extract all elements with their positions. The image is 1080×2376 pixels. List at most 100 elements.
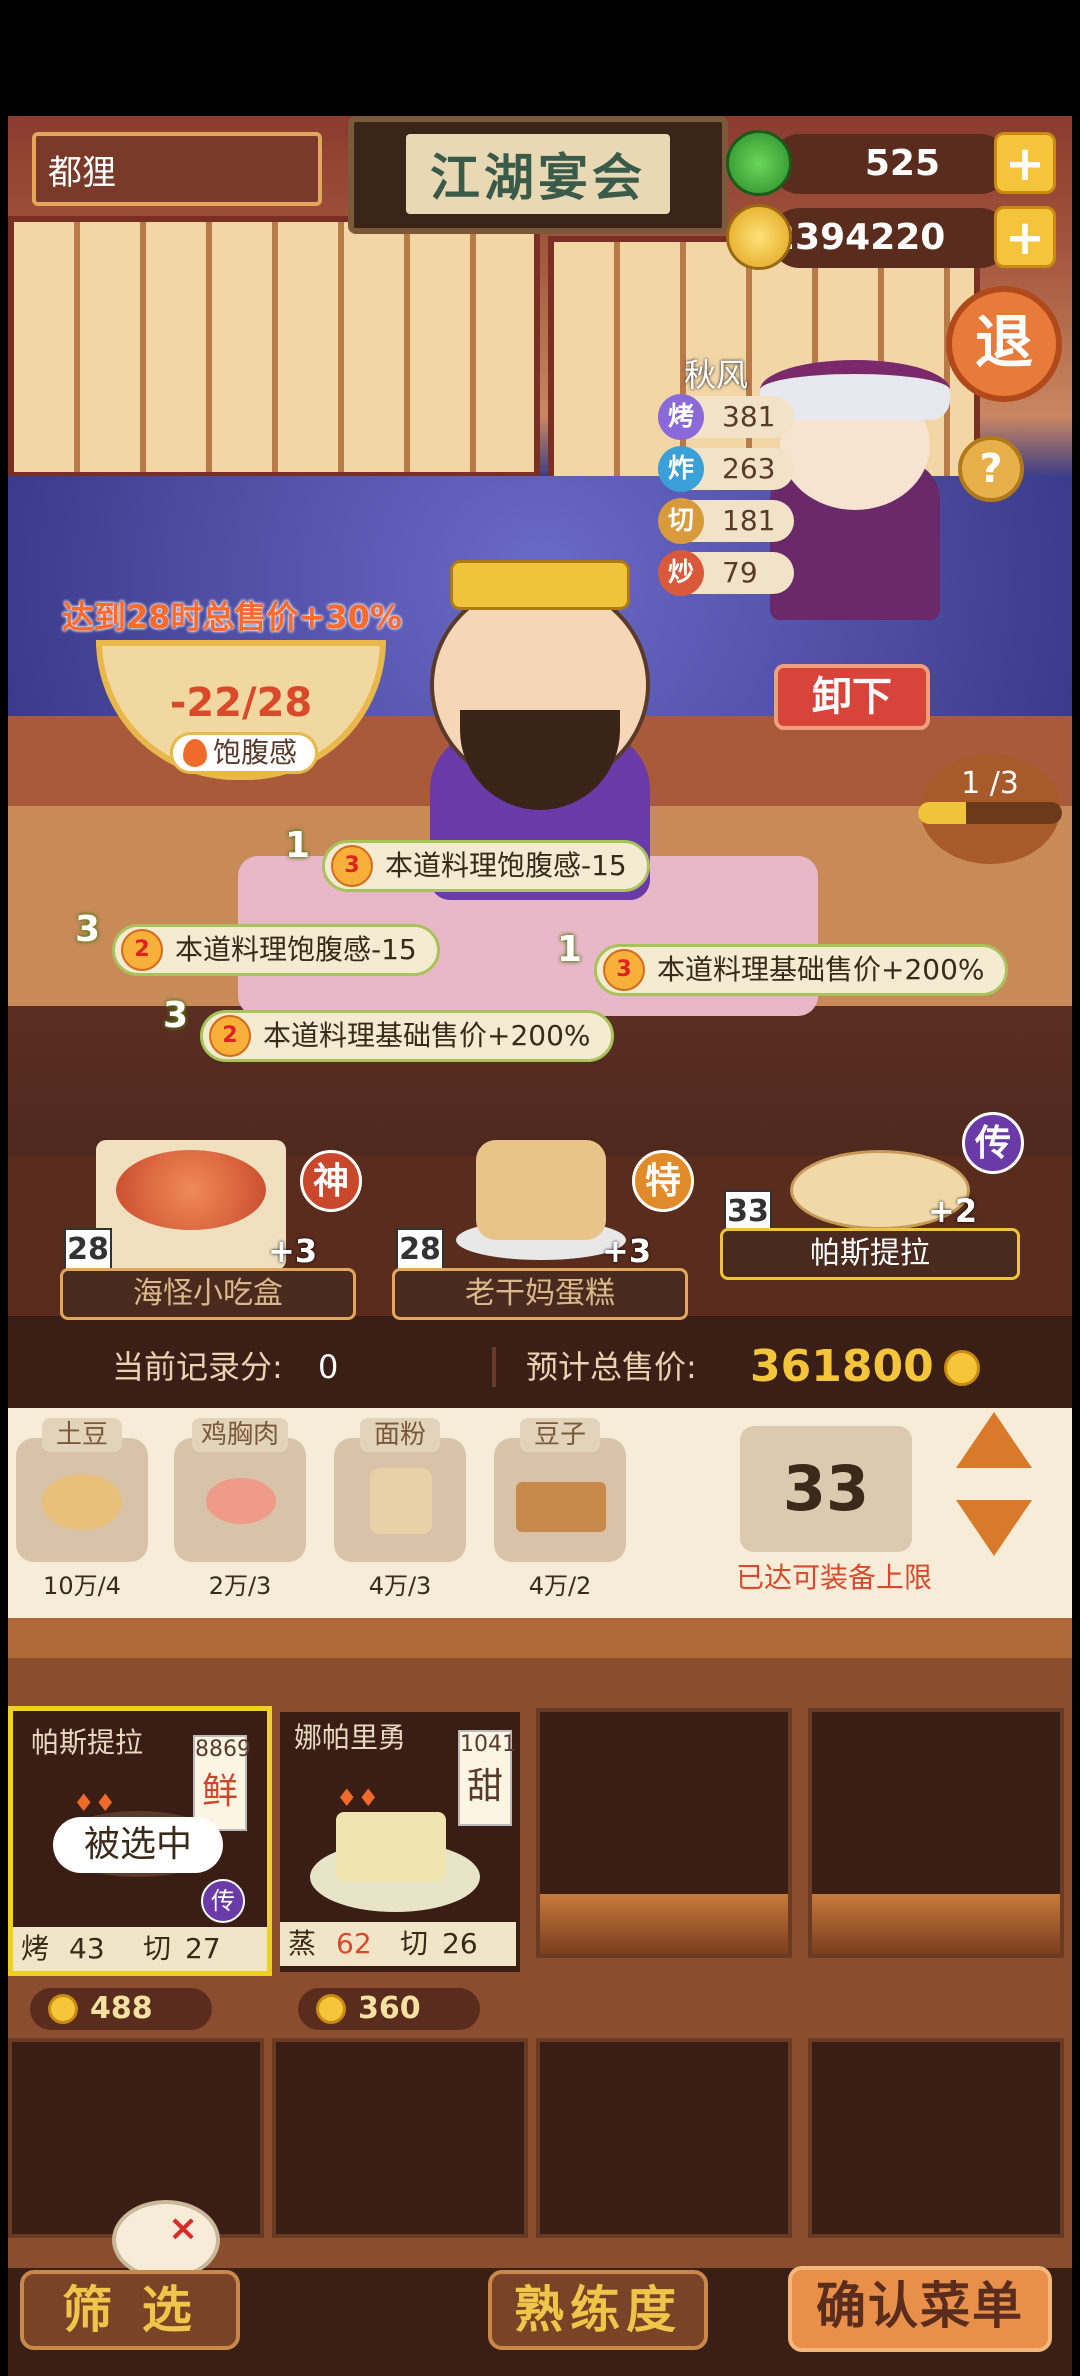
exit-button[interactable]: 退 [946,286,1062,402]
increase-arrow-icon[interactable] [956,1412,1032,1468]
beans-icon [516,1482,606,1532]
skill-name: 切 [400,1927,429,1960]
summary-bar: 当前记录分: 0 预计总售价: 361800 [78,1336,1000,1398]
buff-text: 本道料理饱腹感-15 [175,933,417,966]
roast-icon: 烤 [658,394,704,440]
recipe-card-pastilla[interactable]: 帕斯提拉 8869 鲜 ♦♦ 被选中 传 烤 43 切 27 [8,1706,272,1976]
buff-level-icon: 2 [209,1015,251,1057]
flame-icon: ♦♦ [336,1784,380,1812]
jade-value: 525 [770,134,1010,194]
page-text: 1 /3 [961,766,1019,801]
buff-level-icon: 3 [603,949,645,991]
jade-resource: 525 + [726,130,1056,196]
wall-screen-left [8,216,540,478]
ingredient-qty: 4万/2 [528,1572,592,1600]
satiety-value: -22/28 [169,680,313,726]
bonus-condition-text: 达到28时总售价+30% [62,592,408,636]
dish-rank-badge-1: 神 [300,1150,362,1212]
ingredient-name: 豆子 [520,1418,600,1452]
dish-image-cake [456,1100,626,1270]
coin-resource: 2394220 + [726,204,1056,270]
dish-rank-badge-3: 传 [962,1112,1024,1174]
stat-value: 381 [722,400,776,433]
recipe-skill-row: 蒸 62 切 26 [280,1922,516,1966]
jade-icon [726,130,792,196]
fry-icon: 炸 [658,446,704,492]
dish-count-1: 28 [64,1228,112,1272]
chef-name: 秋风 [684,356,749,394]
unload-button[interactable]: 卸下 [774,664,930,730]
quantity-display: 33 [740,1426,912,1552]
chef-stat-fry: 炸 263 [658,446,794,492]
buff-count: 3 [75,909,101,950]
ingredient-qty: 4万/3 [368,1572,432,1600]
add-jade-button[interactable]: + [994,132,1056,194]
buff-3: 1 3 本道料理基础售价+200% [557,929,1008,996]
coin-icon [726,204,792,270]
buff-text: 本道料理基础售价+200% [657,953,985,986]
flour-icon [370,1468,432,1534]
filter-button[interactable]: 筛 选 [20,2270,240,2350]
filter-reset-icon[interactable]: × [112,2200,220,2280]
recipe-name: 娜帕里勇 [294,1721,407,1754]
flame-icon [183,739,207,767]
buff-count: 1 [285,825,311,866]
dish-name: 海怪小吃盒 [133,1276,283,1311]
skill-value: 62 [336,1927,372,1960]
coin-icon [48,1994,78,2024]
empty-slot[interactable] [808,2038,1064,2238]
recipe-name: 帕斯提拉 [31,1726,144,1759]
buff-2: 3 2 本道料理饱腹感-15 [75,909,440,976]
skill-name: 烤 [21,1932,50,1965]
buff-text: 本道料理基础售价+200% [263,1019,591,1052]
ingredient-qty: 2万/3 [208,1572,272,1600]
page-progress-fill [918,802,966,824]
player-name-box[interactable]: 都狸 [32,132,322,206]
proficiency-button[interactable]: 熟练度 [488,2270,708,2350]
equip-limit-text: 已达可装备上限 [736,1561,933,1594]
buff-level-icon: 3 [331,845,373,887]
venue-sign: 江湖宴会 [348,116,728,234]
price-value: 360 [358,1991,421,2026]
coin-icon [944,1350,980,1386]
buff-text: 本道料理饱腹感-15 [385,849,627,882]
ingredient-panel: 土豆 10万/4 鸡胸肉 2万/3 面粉 4万/3 豆子 4万/2 33 已达可… [8,1408,1072,1618]
selected-label: 被选中 [53,1817,223,1873]
dish-slot-1[interactable]: 海怪小吃盒 [60,1268,356,1320]
decrease-arrow-icon[interactable] [956,1500,1032,1556]
buff-count: 3 [163,995,189,1036]
help-button[interactable]: ? [958,436,1024,502]
empty-slot[interactable] [272,2038,528,2238]
buff-level-icon: 2 [121,929,163,971]
recipe-food-image [336,1812,446,1882]
empty-slot[interactable] [536,2038,792,2238]
stat-value: 79 [722,556,758,589]
dish-image-seafood [96,1100,286,1270]
close-icon: × [168,2208,199,2249]
price-value: 488 [90,1991,153,2026]
chef-stat-roast: 烤 381 [658,394,794,440]
page-progress-bar [918,802,1062,824]
coin-value: 2394220 [770,208,1010,268]
total-value: 361800 [750,1341,934,1392]
dish-slot-3[interactable]: 帕斯提拉 [720,1228,1020,1280]
recipe-count: 1041 [460,1732,516,1757]
buff-count: 1 [557,929,583,970]
empty-slot[interactable] [536,1708,792,1958]
recipe-skill-row: 烤 43 切 27 [13,1927,267,1971]
dish-count-2: 28 [396,1228,444,1272]
recipe-card-napa[interactable]: 娜帕里勇 1041 甜 ♦♦ 蒸 62 切 26 [280,1712,520,1972]
recipe-flavor: 鲜 [201,1771,238,1812]
chicken-icon [206,1478,276,1524]
confirm-menu-button[interactable]: 确认菜单 [788,2266,1052,2352]
ingredient-name: 土豆 [42,1418,122,1452]
satiety-label: 饱腹感 [170,732,318,774]
empty-slot[interactable] [808,1708,1064,1958]
venue-title: 江湖宴会 [406,134,670,214]
ingredient-qty: 10万/4 [43,1572,121,1600]
dish-slot-2[interactable]: 老干妈蛋糕 [392,1268,688,1320]
recipe-price: 360 [298,1988,480,2030]
add-coins-button[interactable]: + [994,206,1056,268]
skill-value: 27 [185,1932,221,1965]
skill-name: 切 [143,1932,172,1965]
